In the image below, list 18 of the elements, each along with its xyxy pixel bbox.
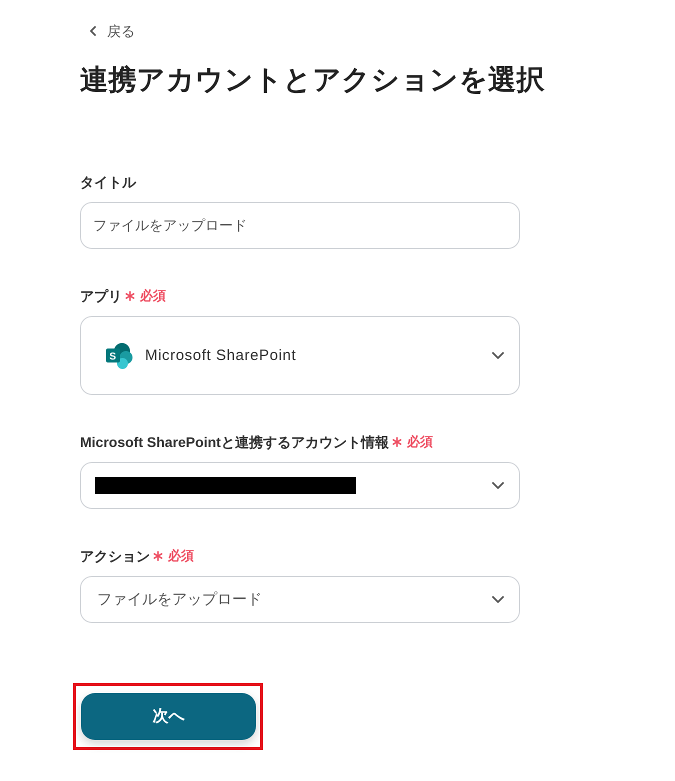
page-title: 連携アカウントとアクションを選択 bbox=[80, 63, 545, 97]
chevron-down-icon bbox=[492, 596, 504, 603]
account-select[interactable] bbox=[80, 462, 520, 509]
field-label: Microsoft SharePointと連携するアカウント情報 bbox=[80, 433, 389, 452]
chevron-down-icon bbox=[492, 482, 504, 489]
back-link[interactable]: 戻る bbox=[90, 22, 135, 40]
required-label: 必須 bbox=[140, 287, 166, 305]
required-label: 必須 bbox=[168, 547, 194, 565]
title-input[interactable]: ファイルをアップロード bbox=[80, 202, 520, 249]
required-label: 必須 bbox=[406, 433, 433, 451]
field-label: アクション bbox=[80, 547, 150, 566]
next-button[interactable]: 次へ bbox=[81, 693, 256, 740]
chevron-left-icon bbox=[90, 26, 96, 36]
chevron-down-icon bbox=[492, 352, 504, 359]
action-select[interactable]: ファイルをアップロード bbox=[80, 576, 520, 623]
app-select[interactable]: S Microsoft SharePoint bbox=[80, 316, 520, 395]
field-label: タイトル bbox=[80, 173, 136, 192]
field-label: アプリ bbox=[80, 287, 122, 306]
